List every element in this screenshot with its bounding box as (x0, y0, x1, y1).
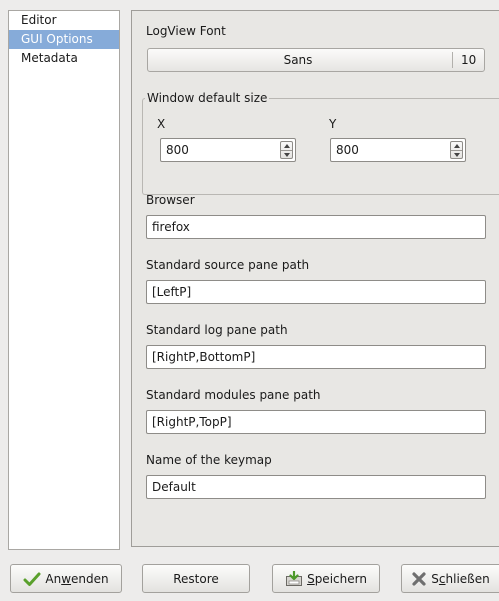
font-button-separator (452, 52, 453, 68)
category-list: Editor GUI Options Metadata (8, 10, 120, 550)
sidebar-item-gui-options[interactable]: GUI Options (9, 30, 119, 49)
x-label: X (157, 117, 166, 131)
width-spinbox[interactable]: 800 (160, 138, 296, 162)
keymap-input[interactable]: Default (146, 475, 486, 499)
modules-pane-path-input[interactable]: [RightP,TopP] (146, 410, 486, 434)
font-name: Sans (283, 53, 313, 67)
close-x-icon (411, 571, 427, 587)
browser-label: Browser (146, 193, 195, 207)
save-label: Speichern (307, 571, 367, 586)
font-size: 10 (461, 53, 477, 67)
window-size-group-title: Window default size (145, 91, 270, 105)
restore-label: Restore (173, 571, 219, 586)
log-pane-path-label: Standard log pane path (146, 323, 288, 337)
apply-label: Anwenden (45, 571, 109, 586)
spin-up-icon[interactable] (454, 144, 460, 148)
sidebar-item-editor[interactable]: Editor (9, 11, 119, 30)
height-value: 800 (336, 143, 359, 157)
keymap-label: Name of the keymap (146, 453, 272, 467)
modules-pane-path-label: Standard modules pane path (146, 388, 321, 402)
window-size-group: Window default size X Y 800 800 (142, 91, 499, 195)
spin-up-icon[interactable] (284, 144, 290, 148)
width-spin-arrows[interactable] (280, 141, 293, 159)
y-label: Y (329, 117, 337, 131)
height-spin-arrows[interactable] (450, 141, 463, 159)
sidebar-item-metadata[interactable]: Metadata (9, 49, 119, 68)
close-label: Schließen (431, 571, 490, 586)
width-value: 800 (166, 143, 189, 157)
logview-font-button[interactable]: Sans 10 (147, 48, 485, 72)
log-pane-path-input[interactable]: [RightP,BottomP] (146, 345, 486, 369)
spin-down-icon[interactable] (284, 153, 290, 157)
save-button[interactable]: Speichern (272, 564, 380, 593)
apply-button[interactable]: Anwenden (10, 564, 122, 593)
source-pane-path-label: Standard source pane path (146, 258, 310, 272)
gui-options-panel: LogView Font Sans 10 Window default size… (131, 10, 499, 547)
source-pane-path-input[interactable]: [LeftP] (146, 280, 486, 304)
save-icon (285, 570, 303, 587)
height-spinbox[interactable]: 800 (330, 138, 466, 162)
close-button[interactable]: Schließen (401, 564, 499, 593)
spin-down-icon[interactable] (454, 153, 460, 157)
browser-input[interactable]: firefox (146, 215, 486, 239)
checkmark-icon (23, 571, 41, 587)
restore-button[interactable]: Restore (142, 564, 250, 593)
logview-font-label: LogView Font (146, 24, 226, 38)
